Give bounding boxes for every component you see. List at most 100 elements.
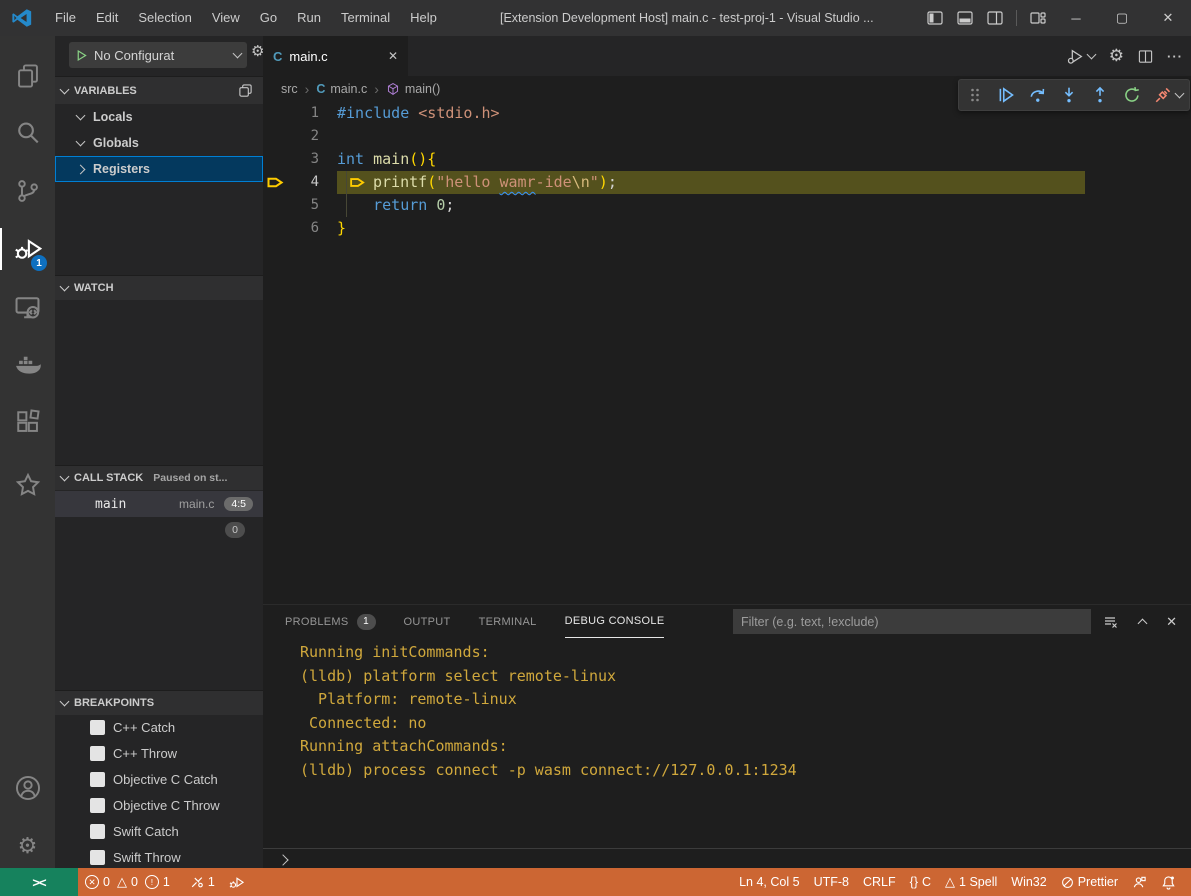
restart-button[interactable] [1120,83,1144,107]
breakpoint-gutter[interactable] [263,217,293,240]
remote-indicator[interactable]: >< [0,868,78,896]
disconnect-button[interactable] [1151,83,1185,107]
cursor-position[interactable]: Ln 4, Col 5 [732,868,806,896]
eol-sequence[interactable]: CRLF [856,868,903,896]
breakpoint-gutter[interactable] [263,102,293,125]
section-call-stack[interactable]: CALL STACK Paused on st... [55,465,263,490]
problems-status[interactable]: ✕ 0 △ 0 ! 1 [78,868,177,896]
breadcrumb-folder[interactable]: src [281,82,298,96]
split-editor-icon[interactable] [1138,49,1153,64]
minimize-button[interactable]: ─ [1053,0,1099,36]
run-and-debug-icon[interactable]: 1 [0,225,55,273]
feedback-icon[interactable] [1125,868,1154,896]
status-bar: >< ✕ 0 △ 0 ! 1 1 Ln 4, Col 5 UTF-8 CRLF … [0,868,1191,896]
settings-gear-icon[interactable]: ⚙ [0,822,55,870]
tab-terminal[interactable]: TERMINAL [479,606,537,638]
close-tab-icon[interactable]: ✕ [388,49,398,63]
copy-icon[interactable] [238,83,253,98]
debug-status-icon[interactable] [222,868,251,896]
breakpoint-swift-throw[interactable]: Swift Throw [55,844,263,868]
menu-selection[interactable]: Selection [128,0,201,36]
step-out-button[interactable] [1088,83,1112,107]
checkbox-unchecked[interactable] [90,798,105,813]
variables-item-registers[interactable]: Registers [55,156,263,182]
checkbox-unchecked[interactable] [90,746,105,761]
source-control-icon[interactable] [0,167,55,215]
launch-config-dropdown[interactable]: No Configurat [69,42,247,68]
maximize-panel-icon[interactable] [1138,619,1148,629]
docker-icon[interactable] [0,341,55,389]
menu-help[interactable]: Help [400,0,447,36]
menu-file[interactable]: File [45,0,86,36]
menu-terminal[interactable]: Terminal [331,0,400,36]
breakpoint-swift-catch[interactable]: Swift Catch [55,818,263,844]
drag-handle-icon[interactable] [963,83,987,107]
console-filter-input[interactable] [733,609,1091,634]
variables-item-locals[interactable]: Locals [55,104,263,130]
tab-debug-console[interactable]: DEBUG CONSOLE [565,605,665,638]
tab-problems[interactable]: PROBLEMS 1 [285,606,376,638]
console-line: Platform: remote-linux [300,688,797,712]
breakpoint-gutter[interactable] [263,148,293,171]
language-mode[interactable]: {} C [903,868,938,896]
checkbox-unchecked[interactable] [90,824,105,839]
breakpoint-cpp-throw[interactable]: C++ Throw [55,740,263,766]
menu-go[interactable]: Go [250,0,287,36]
menu-view[interactable]: View [202,0,250,36]
close-panel-icon[interactable]: ✕ [1166,614,1177,630]
accounts-icon[interactable] [0,764,55,812]
toggle-sidebar-icon[interactable] [920,0,950,36]
breakpoint-cpp-catch[interactable]: C++ Catch [55,714,263,740]
breakpoint-objc-catch[interactable]: Objective C Catch [55,766,263,792]
chevron-down-icon [60,472,70,482]
breakpoint-gutter[interactable] [263,194,293,217]
breadcrumb-file[interactable]: C main.c [316,82,367,96]
explorer-icon[interactable] [0,52,55,100]
console-input-row[interactable] [263,848,1191,870]
tab-main-c[interactable]: C main.c ✕ [263,36,409,76]
encoding[interactable]: UTF-8 [807,868,856,896]
clear-console-icon[interactable] [1103,614,1119,630]
star-view-icon[interactable] [0,461,55,509]
toggle-secondary-sidebar-icon[interactable] [980,0,1010,36]
breakpoint-gutter[interactable] [263,125,293,148]
section-breakpoints[interactable]: BREAKPOINTS [55,690,263,715]
continue-button[interactable] [994,83,1018,107]
toggle-panel-icon[interactable] [950,0,980,36]
editor-settings-gear-icon[interactable]: ⚙ [1109,46,1124,66]
more-actions-icon[interactable]: ··· [1167,49,1183,64]
notifications-bell-icon[interactable] [1154,868,1183,896]
section-watch[interactable]: WATCH [55,275,263,300]
breakpoint-objc-throw[interactable]: Objective C Throw [55,792,263,818]
warning-count: 0 [131,875,138,889]
chevron-down-icon[interactable] [1086,50,1096,60]
chevron-down-icon [60,697,70,707]
tools-status[interactable]: 1 [183,868,222,896]
platform-status[interactable]: Win32 [1004,868,1053,896]
remote-explorer-icon[interactable] [0,283,55,331]
customize-layout-icon[interactable] [1023,0,1053,36]
search-icon[interactable] [0,109,55,157]
close-window-button[interactable]: ✕ [1145,0,1191,36]
breadcrumb-symbol[interactable]: main() [386,82,440,96]
menu-run[interactable]: Run [287,0,331,36]
extensions-icon[interactable] [0,398,55,446]
tab-output[interactable]: OUTPUT [404,606,451,638]
spell-checker-status[interactable]: △ 1 Spell [938,868,1004,896]
maximize-button[interactable]: ▢ [1099,0,1145,36]
start-debug-icon[interactable] [75,49,88,62]
open-launch-json-gear-icon[interactable]: ⚙ [251,44,263,59]
step-into-button[interactable] [1057,83,1081,107]
checkbox-unchecked[interactable] [90,772,105,787]
section-variables[interactable]: VARIABLES [55,76,263,104]
formatter-status[interactable]: Prettier [1054,868,1125,896]
chevron-down-icon[interactable] [1174,89,1184,99]
step-over-button[interactable] [1026,83,1050,107]
checkbox-unchecked[interactable] [90,850,105,865]
menu-edit[interactable]: Edit [86,0,128,36]
variables-item-globals[interactable]: Globals [55,130,263,156]
current-line-pointer-icon[interactable] [263,171,293,194]
checkbox-unchecked[interactable] [90,720,105,735]
run-or-debug-button[interactable] [1067,48,1095,65]
stack-frame-row[interactable]: main main.c 4:5 [55,491,263,517]
